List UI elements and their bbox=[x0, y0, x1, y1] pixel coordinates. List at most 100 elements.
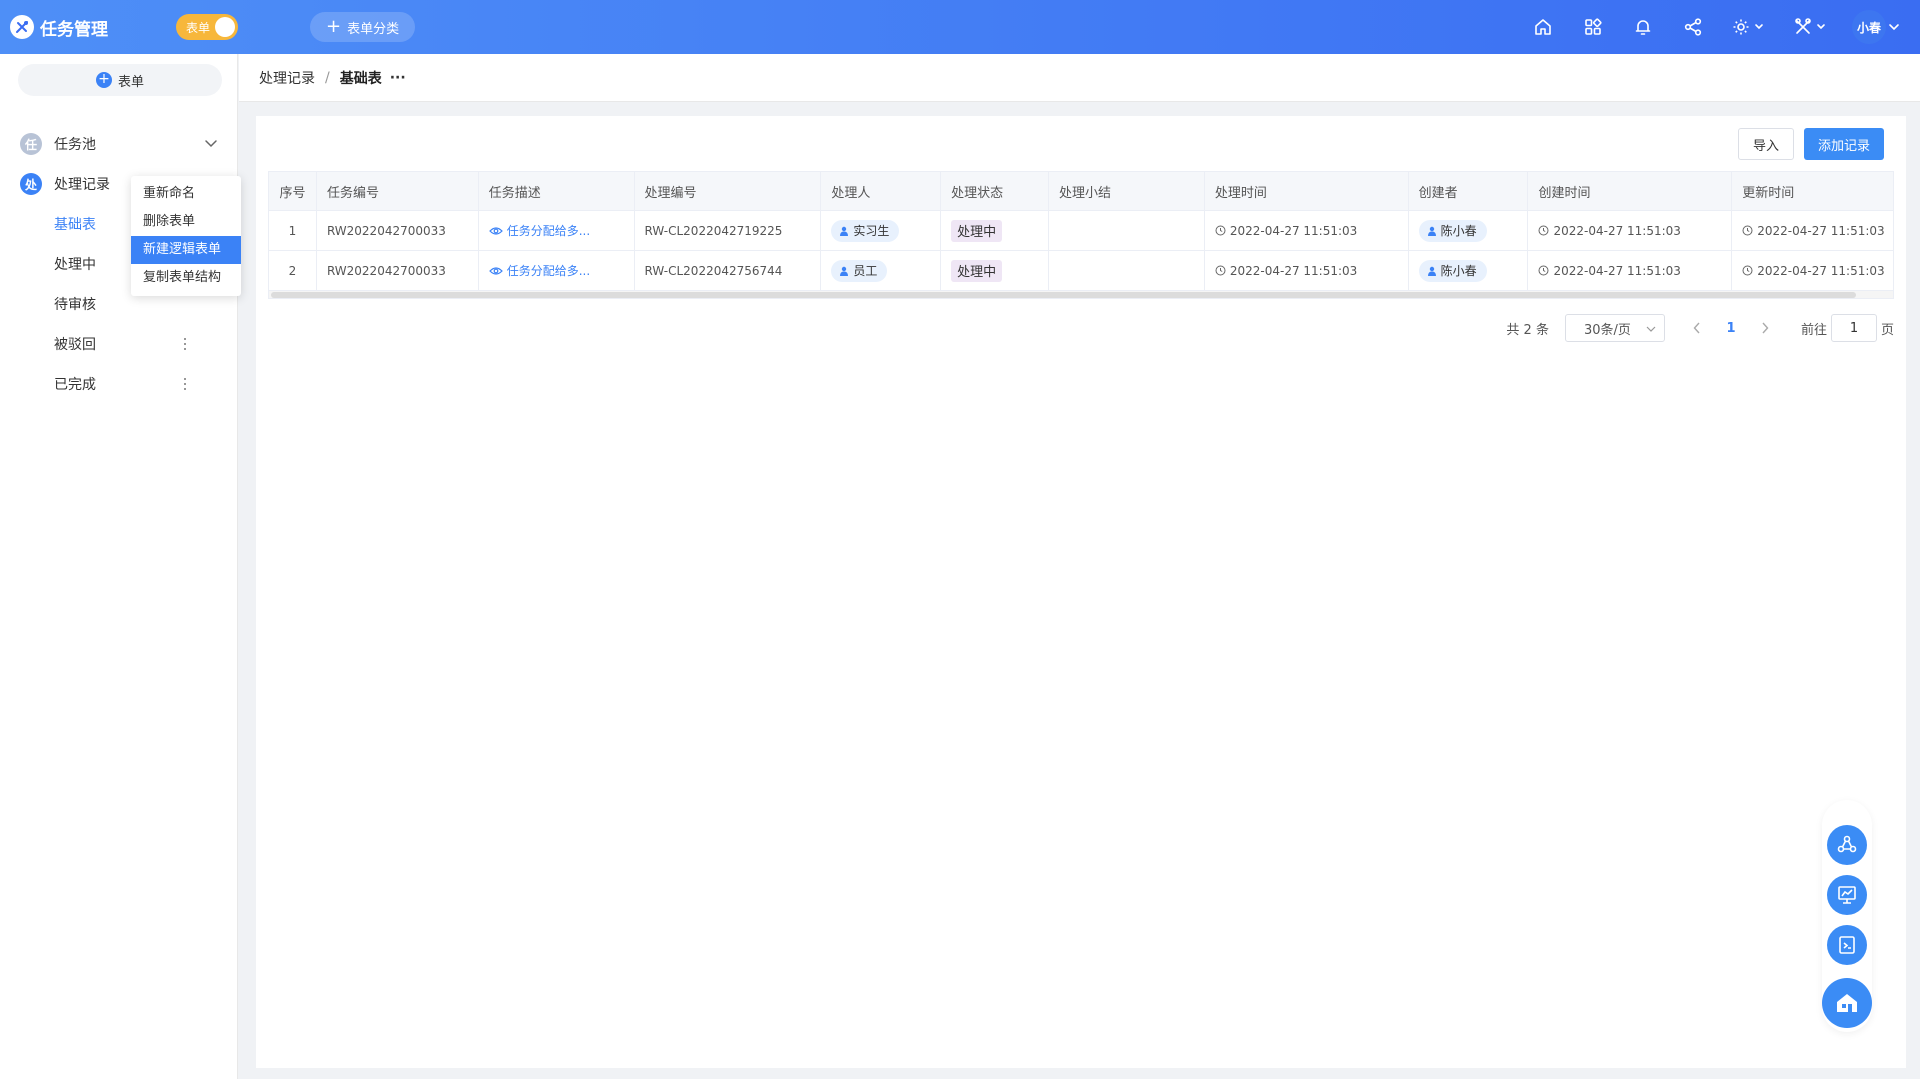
user-icon bbox=[840, 266, 849, 276]
more-horizontal-icon[interactable]: ··· bbox=[390, 70, 406, 86]
handler-name: 实习生 bbox=[853, 224, 890, 238]
column-header[interactable]: 任务描述 bbox=[479, 172, 635, 210]
cell-created-time: 2022-04-27 11:51:03 bbox=[1528, 251, 1733, 290]
cell-description: 任务分配给多... bbox=[479, 251, 635, 290]
settings-icon[interactable] bbox=[1718, 0, 1780, 54]
process-time-text: 2022-04-27 11:51:03 bbox=[1229, 223, 1358, 238]
menu-item-new-logic-form[interactable]: 新建逻辑表单 bbox=[131, 236, 241, 264]
cell-updated-time: 2022-04-27 11:51:03 bbox=[1732, 211, 1893, 250]
updated-time-text: 2022-04-27 11:51:03 bbox=[1757, 263, 1885, 278]
form-mode-toggle[interactable]: 表单 bbox=[176, 14, 238, 40]
description-link[interactable]: 任务分配给多... bbox=[488, 222, 591, 239]
plus-icon: + bbox=[326, 16, 342, 37]
dashboard-button[interactable] bbox=[1827, 875, 1867, 915]
goto-label: 前往 bbox=[1800, 322, 1827, 338]
menu-item-rename[interactable]: 重新命名 bbox=[131, 180, 241, 208]
column-header[interactable]: 创建者 bbox=[1409, 172, 1529, 210]
status-badge: 处理中 bbox=[951, 219, 1003, 242]
more-vertical-icon[interactable] bbox=[180, 376, 190, 392]
sidebar-group-task-pool[interactable]: 任 任务池 bbox=[0, 124, 238, 164]
bell-icon[interactable] bbox=[1618, 0, 1668, 54]
table-header: 序号 任务编号 任务描述 处理编号 处理人 处理状态 处理小结 处理时间 创建者… bbox=[269, 172, 1893, 210]
breadcrumb-parent[interactable]: 处理记录 bbox=[259, 68, 315, 88]
top-bar: 任务管理 表单 + 表单分类 小春 bbox=[0, 0, 1920, 54]
cell-process-no: RW-CL2022042756744 bbox=[635, 251, 822, 290]
cell-task-no: RW2022042700033 bbox=[317, 211, 479, 250]
user-tag: 陈小春 bbox=[1418, 219, 1487, 242]
time-value: 2022-04-27 11:51:03 bbox=[1538, 224, 1681, 238]
portal-icon bbox=[1837, 994, 1857, 1012]
created-time-text: 2022-04-27 11:51:03 bbox=[1553, 263, 1681, 278]
description-text: 任务分配给多... bbox=[506, 224, 591, 238]
cell-creator: 陈小春 bbox=[1409, 211, 1529, 250]
sidebar-group-label: 处理记录 bbox=[54, 177, 110, 193]
tools-icon[interactable] bbox=[1780, 0, 1842, 54]
cell-summary bbox=[1049, 251, 1205, 290]
chevron-down-icon bbox=[205, 140, 217, 148]
script-button[interactable] bbox=[1827, 925, 1867, 965]
more-vertical-icon[interactable] bbox=[180, 336, 190, 352]
page-number-current[interactable]: 1 bbox=[1713, 321, 1749, 336]
description-text: 任务分配给多... bbox=[506, 264, 591, 278]
cell-process-time: 2022-04-27 11:51:03 bbox=[1205, 211, 1409, 250]
toggle-knob bbox=[215, 17, 235, 37]
cell-description: 任务分配给多... bbox=[479, 211, 635, 250]
goto-page-input[interactable] bbox=[1830, 314, 1877, 342]
clock-icon bbox=[1538, 265, 1549, 276]
cell-updated-time: 2022-04-27 11:51:03 bbox=[1732, 251, 1893, 290]
sidebar-item-completed[interactable]: 已完成 bbox=[0, 364, 238, 404]
menu-item-delete-form[interactable]: 删除表单 bbox=[131, 208, 241, 236]
clock-icon bbox=[1742, 265, 1753, 276]
cell-created-time: 2022-04-27 11:51:03 bbox=[1528, 211, 1733, 250]
column-header[interactable]: 处理编号 bbox=[635, 172, 822, 210]
sidebar-item-label: 基础表 bbox=[54, 217, 96, 233]
sidebar-item-label: 被驳回 bbox=[54, 337, 96, 353]
column-header[interactable]: 处理人 bbox=[821, 172, 942, 210]
page-size-select[interactable]: 30条/页 bbox=[1564, 314, 1665, 342]
cell-creator: 陈小春 bbox=[1409, 251, 1529, 290]
home-icon[interactable] bbox=[1518, 0, 1568, 54]
sidebar-item-label: 处理中 bbox=[54, 257, 96, 273]
time-value: 2022-04-27 11:51:03 bbox=[1215, 264, 1357, 278]
column-header[interactable]: 处理时间 bbox=[1205, 172, 1409, 210]
clock-icon bbox=[1215, 225, 1226, 236]
cell-index: 1 bbox=[269, 211, 317, 250]
horizontal-scrollbar[interactable] bbox=[269, 290, 1893, 298]
script-icon bbox=[1839, 936, 1855, 954]
form-category-button[interactable]: + 表单分类 bbox=[310, 12, 416, 42]
share-icon[interactable] bbox=[1668, 0, 1718, 54]
form-mode-toggle-label: 表单 bbox=[186, 21, 211, 35]
next-page-button[interactable] bbox=[1749, 314, 1781, 342]
workflow-button[interactable] bbox=[1827, 825, 1867, 865]
process-records-badge: 处 bbox=[20, 173, 42, 195]
prev-page-button[interactable] bbox=[1681, 314, 1713, 342]
table-row[interactable]: 1 RW2022042700033 任务分配给多... RW-CL2022042… bbox=[269, 210, 1893, 250]
records-table: 序号 任务编号 任务描述 处理编号 处理人 处理状态 处理小结 处理时间 创建者… bbox=[268, 171, 1894, 299]
top-icons: 小春 bbox=[1518, 0, 1920, 54]
column-header[interactable]: 序号 bbox=[269, 172, 317, 210]
cell-process-no: RW-CL2022042719225 bbox=[635, 211, 822, 250]
column-header[interactable]: 创建时间 bbox=[1528, 172, 1733, 210]
menu-item-copy-structure[interactable]: 复制表单结构 bbox=[131, 264, 241, 292]
table-row[interactable]: 2 RW2022042700033 任务分配给多... RW-CL2022042… bbox=[269, 250, 1893, 290]
pagination-total: 共 2 条 bbox=[1506, 322, 1549, 338]
apps-icon[interactable] bbox=[1568, 0, 1618, 54]
column-header[interactable]: 处理状态 bbox=[941, 172, 1050, 210]
column-header[interactable]: 更新时间 bbox=[1732, 172, 1893, 210]
new-form-label: 表单 bbox=[117, 74, 144, 90]
sidebar-item-rejected[interactable]: 被驳回 bbox=[0, 324, 238, 364]
import-button[interactable]: 导入 bbox=[1738, 128, 1794, 160]
user-menu[interactable]: 小春 bbox=[1852, 10, 1902, 44]
column-header[interactable]: 任务编号 bbox=[317, 172, 479, 210]
new-form-button[interactable]: + 表单 bbox=[18, 64, 222, 96]
scrollbar-thumb[interactable] bbox=[271, 292, 1856, 298]
app-logo-icon bbox=[10, 15, 34, 39]
cell-task-no: RW2022042700033 bbox=[317, 251, 479, 290]
user-tag: 员工 bbox=[831, 259, 888, 282]
user-tag: 实习生 bbox=[831, 219, 900, 242]
portal-button[interactable] bbox=[1822, 978, 1872, 1028]
brand[interactable]: 任务管理 bbox=[10, 15, 160, 40]
add-record-button[interactable]: 添加记录 bbox=[1804, 128, 1884, 160]
column-header[interactable]: 处理小结 bbox=[1049, 172, 1205, 210]
description-link[interactable]: 任务分配给多... bbox=[488, 262, 591, 279]
